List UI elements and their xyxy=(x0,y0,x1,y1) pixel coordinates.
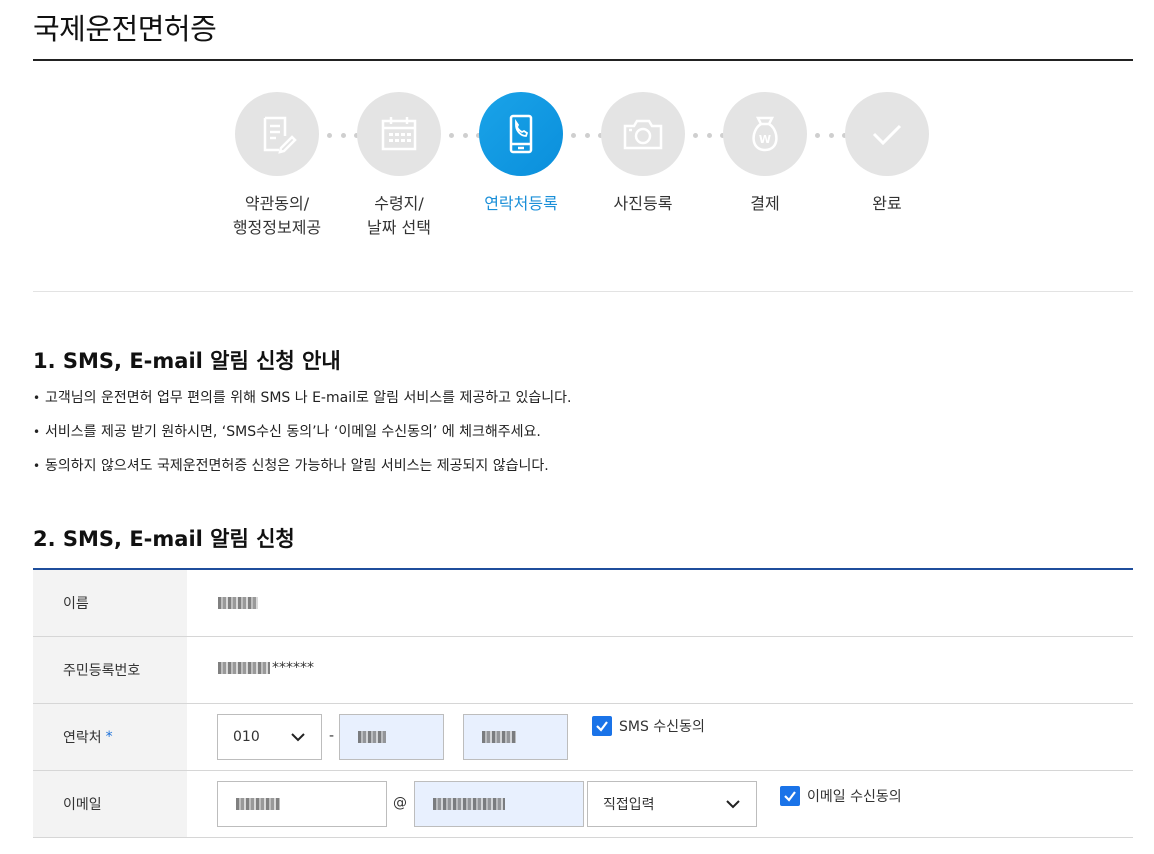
name-row: 이름 xyxy=(33,570,1133,637)
required-mark: * xyxy=(105,729,113,745)
redacted-text xyxy=(218,662,270,674)
money-bag-icon: W xyxy=(752,116,778,152)
step-label-contact: 연락처등록 xyxy=(484,194,558,213)
chevron-down-icon xyxy=(726,800,740,809)
phone-row: 연락처 * 010 - SMS 수신동의 xyxy=(33,704,1133,771)
email-domain-select-value: 직접입력 xyxy=(603,797,655,813)
phone-prefix-value: 010 xyxy=(233,729,260,745)
step-connector xyxy=(693,132,725,138)
check-icon xyxy=(784,791,796,802)
title-divider xyxy=(33,59,1133,61)
step-label-terms: 약관동의/ 행정정보제공 xyxy=(232,194,322,237)
step-label-complete: 완료 xyxy=(872,194,902,213)
email-row: 이메일 @ 직접입력 이메일 수신동의 xyxy=(33,771,1133,838)
step-terms-circle xyxy=(235,92,319,176)
calendar-icon xyxy=(381,117,417,151)
chevron-down-icon xyxy=(291,733,305,742)
rrn-label: 주민등록번호 xyxy=(33,637,187,703)
step-label-payment: 결제 xyxy=(750,194,780,213)
phone-label: 연락처 * xyxy=(33,704,187,770)
email-label: 이메일 xyxy=(33,771,187,837)
page-title: 국제운전면허증 xyxy=(33,12,217,46)
notice-item: 고객님의 운전면허 업무 편의를 위해 SMS 나 E-mail로 알림 서비스… xyxy=(33,388,571,422)
email-id-input[interactable] xyxy=(217,781,387,827)
phone-label-text: 연락처 xyxy=(63,730,102,746)
phone-icon xyxy=(509,114,533,154)
step-connector xyxy=(327,132,359,138)
step-connector xyxy=(571,132,603,138)
notice-list: 고객님의 운전면허 업무 편의를 위해 SMS 나 E-mail로 알림 서비스… xyxy=(33,388,571,490)
phone-dash: - xyxy=(329,728,335,744)
camera-icon xyxy=(623,119,663,150)
progress-steps: W 약관동의/ 행정정보제공 수령지/ 날짜 선택 연락처등록 사진등록 결제 … xyxy=(0,92,1154,252)
notice-item: 동의하지 않으셔도 국제운전면허증 신청은 가능하나 알림 서비스는 제공되지 … xyxy=(33,456,571,490)
step-payment-circle: W xyxy=(723,92,807,176)
section2-title: 2. SMS, E-mail 알림 신청 xyxy=(33,527,295,551)
email-domain-select[interactable]: 직접입력 xyxy=(587,781,757,827)
email-at-sign: @ xyxy=(393,795,407,811)
step-complete-circle xyxy=(845,92,929,176)
checkmark-icon xyxy=(872,124,902,146)
redacted-text xyxy=(358,731,386,743)
step-connector xyxy=(815,132,847,138)
redacted-text xyxy=(433,798,505,810)
email-consent-checkbox[interactable]: 이메일 수신동의 xyxy=(780,786,902,806)
redacted-text xyxy=(482,731,516,743)
step-pickup-circle xyxy=(357,92,441,176)
notification-form: 이름 주민등록번호 ****** 연락처 * 010 - SMS 수신동의 이메… xyxy=(33,568,1133,838)
check-icon xyxy=(596,721,608,732)
rrn-masked: ****** xyxy=(272,660,314,676)
step-contact-circle xyxy=(479,92,563,176)
step-label-pickup: 수령지/ 날짜 선택 xyxy=(367,194,431,237)
step-connector xyxy=(449,132,481,138)
sms-consent-checkbox[interactable]: SMS 수신동의 xyxy=(592,716,705,736)
rrn-row: 주민등록번호 ****** xyxy=(33,637,1133,704)
checkbox-checked[interactable] xyxy=(592,716,612,736)
redacted-text xyxy=(218,597,258,609)
document-edit-icon xyxy=(263,116,297,154)
phone-prefix-select[interactable]: 010 xyxy=(217,714,322,760)
section1-title: 1. SMS, E-mail 알림 신청 안내 xyxy=(33,349,341,373)
checkbox-checked[interactable] xyxy=(780,786,800,806)
phone-middle-input[interactable] xyxy=(339,714,444,760)
step-photo-circle xyxy=(601,92,685,176)
phone-last-input[interactable] xyxy=(463,714,568,760)
section-divider xyxy=(33,291,1133,292)
step-label-photo: 사진등록 xyxy=(613,194,673,213)
rrn-value: ****** xyxy=(218,660,314,676)
svg-text:W: W xyxy=(759,133,771,146)
email-consent-label: 이메일 수신동의 xyxy=(807,789,902,805)
notice-item: 서비스를 제공 받기 원하시면, ‘SMS수신 동의’나 ‘이메일 수신동의’ … xyxy=(33,422,571,456)
name-value-redacted xyxy=(218,597,258,609)
email-domain-input[interactable] xyxy=(414,781,584,827)
sms-consent-label: SMS 수신동의 xyxy=(619,719,705,735)
name-label: 이름 xyxy=(33,570,187,636)
redacted-text xyxy=(236,798,280,810)
